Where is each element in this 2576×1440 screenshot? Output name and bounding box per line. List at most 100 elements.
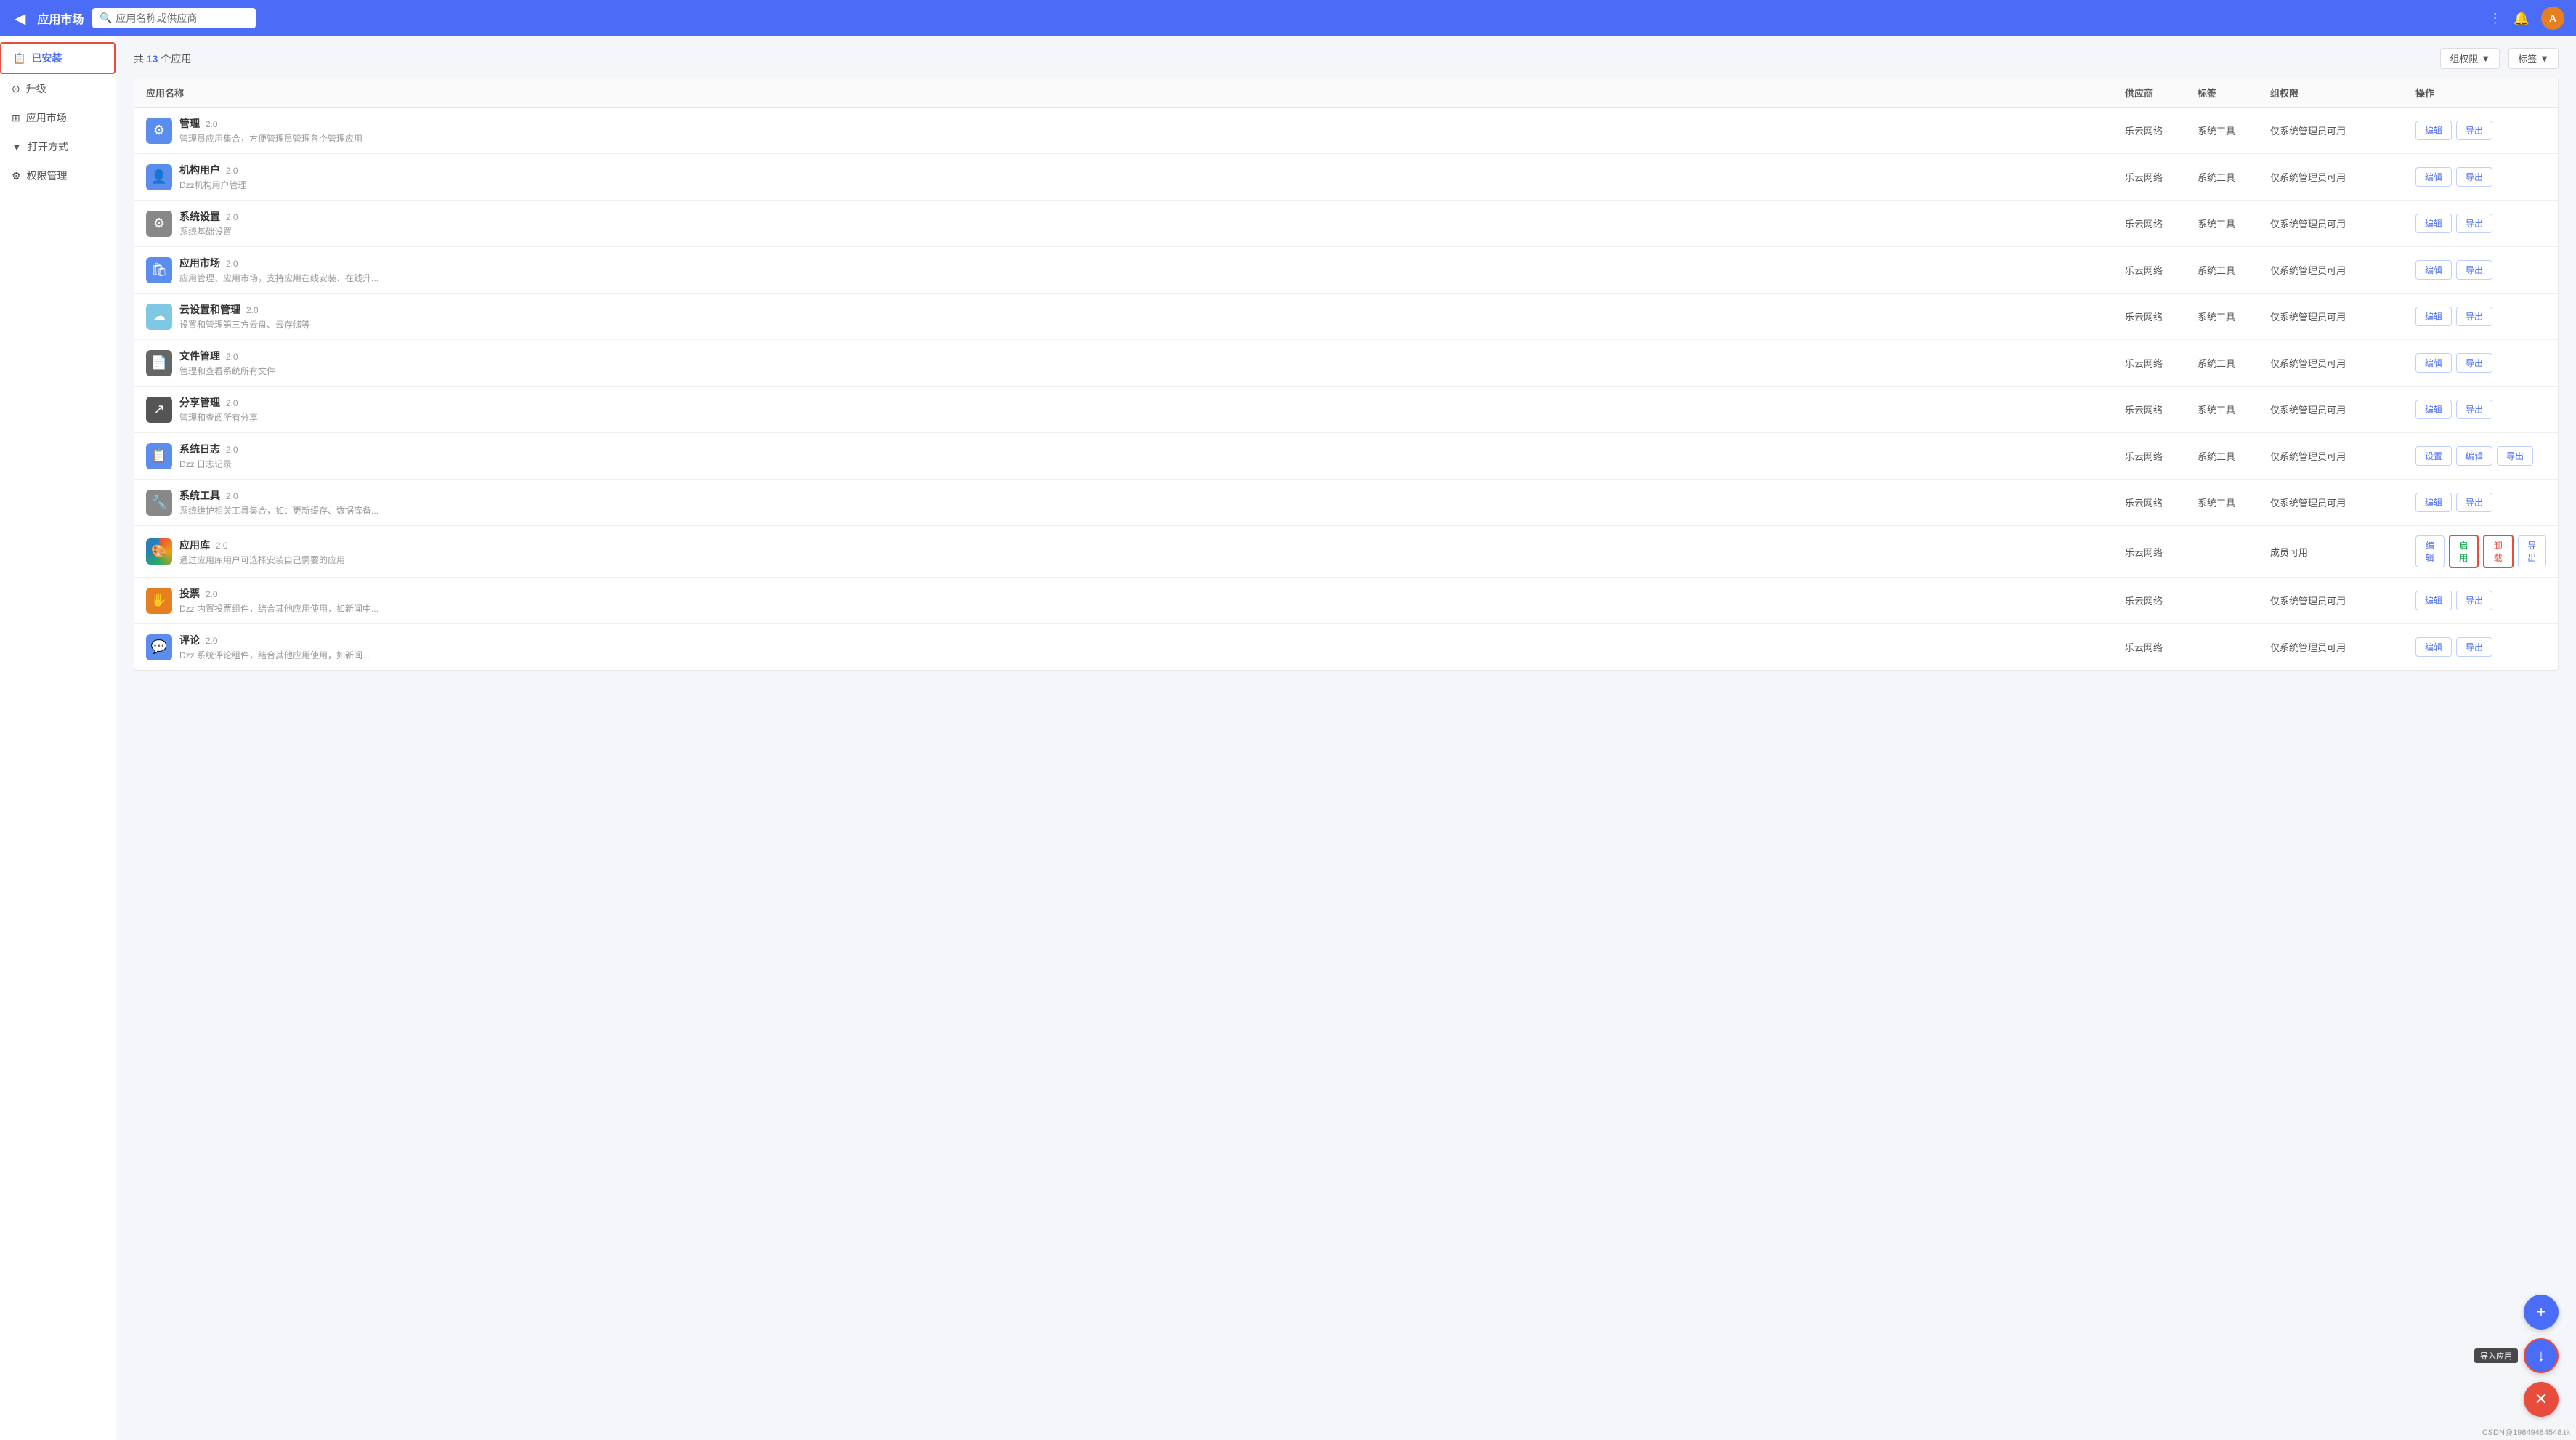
- app-name-desc: 分享管理 2.0 管理和查阅所有分享: [179, 395, 258, 424]
- export-button[interactable]: 导出: [2456, 591, 2492, 610]
- edit-button[interactable]: 编辑: [2415, 214, 2452, 233]
- edit-button[interactable]: 编辑: [2415, 353, 2452, 373]
- avatar[interactable]: A: [2541, 7, 2564, 30]
- sidebar-item-open-mode[interactable]: ▼ 打开方式: [0, 132, 116, 161]
- app-name: 分享管理 2.0: [179, 395, 258, 410]
- enable-button[interactable]: 启用: [2449, 535, 2479, 568]
- grid-icon[interactable]: ⋮: [2489, 11, 2502, 26]
- import-app-button[interactable]: ↓ 导入应用: [2524, 1338, 2559, 1373]
- bell-icon[interactable]: 🔔: [2514, 11, 2530, 26]
- permission-cell: 仅系统管理员可用: [2270, 217, 2415, 230]
- close-fab-button[interactable]: ✕: [2524, 1382, 2559, 1417]
- permission-cell: 仅系统管理员可用: [2270, 356, 2415, 370]
- edit-button[interactable]: 编辑: [2415, 307, 2452, 326]
- app-desc: 设置和管理第三方云盘、云存储等: [179, 318, 310, 331]
- back-button[interactable]: ◀: [12, 7, 28, 31]
- table-row: ⚙ 系统设置 2.0 系统基础设置 乐云网络 系统工具 仅系统管理员可用 编辑导…: [134, 201, 2558, 247]
- export-button[interactable]: 导出: [2456, 121, 2492, 140]
- app-info: 🎨 应用库 2.0 通过应用库用户可选择安装自己需要的应用: [146, 538, 2125, 566]
- tag-cell: 系统工具: [2198, 217, 2270, 230]
- app-name-desc: 应用库 2.0 通过应用库用户可选择安装自己需要的应用: [179, 538, 345, 566]
- total-count: 13: [147, 53, 158, 65]
- app-version: 2.0: [246, 305, 259, 315]
- export-button[interactable]: 导出: [2456, 214, 2492, 233]
- vendor-cell: 乐云网络: [2125, 356, 2198, 370]
- app-desc: 管理和查阅所有分享: [179, 411, 258, 424]
- add-icon: +: [2537, 1303, 2546, 1322]
- filter-group-btn[interactable]: 组权限 ▼: [2440, 48, 2500, 69]
- export-button[interactable]: 导出: [2456, 167, 2492, 187]
- table-row: ⚙ 管理 2.0 管理员应用集合，方便管理员管理各个管理应用 乐云网络 系统工具…: [134, 108, 2558, 154]
- table-row: ↗ 分享管理 2.0 管理和查阅所有分享 乐云网络 系统工具 仅系统管理员可用 …: [134, 387, 2558, 433]
- export-button[interactable]: 导出: [2456, 400, 2492, 419]
- app-icon: ⚙: [146, 211, 172, 237]
- app-name: 应用市场 2.0: [179, 256, 378, 270]
- filter-tag-btn[interactable]: 标签 ▼: [2508, 48, 2559, 69]
- permission-cell: 仅系统管理员可用: [2270, 449, 2415, 463]
- actions-cell: 编辑导出: [2415, 591, 2546, 610]
- app-version: 2.0: [226, 491, 238, 501]
- actions-cell: 设置编辑导出: [2415, 446, 2546, 466]
- app-version: 2.0: [206, 589, 218, 599]
- edit-button[interactable]: 编辑: [2415, 167, 2452, 187]
- export-button[interactable]: 导出: [2456, 637, 2492, 657]
- sidebar-item-upgrade[interactable]: ⊙ 升级: [0, 74, 116, 103]
- app-version: 2.0: [216, 541, 228, 551]
- app-version: 2.0: [226, 445, 238, 455]
- table-body: ⚙ 管理 2.0 管理员应用集合，方便管理员管理各个管理应用 乐云网络 系统工具…: [134, 108, 2558, 670]
- add-app-button[interactable]: +: [2524, 1295, 2559, 1330]
- edit-button[interactable]: 编辑: [2415, 493, 2452, 512]
- sidebar-item-market[interactable]: ⊞ 应用市场: [0, 103, 116, 132]
- uninstall-button[interactable]: 卸载: [2483, 535, 2514, 568]
- vendor-cell: 乐云网络: [2125, 640, 2198, 654]
- export-button[interactable]: 导出: [2518, 535, 2547, 567]
- vendor-cell: 乐云网络: [2125, 170, 2198, 184]
- permission-cell: 仅系统管理员可用: [2270, 310, 2415, 323]
- export-button[interactable]: 导出: [2456, 307, 2492, 326]
- export-button[interactable]: 导出: [2456, 353, 2492, 373]
- app-name: 系统日志 2.0: [179, 442, 238, 456]
- app-version: 2.0: [226, 212, 238, 222]
- sidebar-item-permission[interactable]: ⚙ 权限管理: [0, 161, 116, 190]
- edit-button[interactable]: 编辑: [2415, 637, 2452, 657]
- app-name-desc: 管理 2.0 管理员应用集合，方便管理员管理各个管理应用: [179, 116, 362, 145]
- edit-button[interactable]: 编辑: [2415, 121, 2452, 140]
- vendor-cell: 乐云网络: [2125, 217, 2198, 230]
- permission-cell: 仅系统管理员可用: [2270, 124, 2415, 137]
- actions-cell: 编辑导出: [2415, 260, 2546, 280]
- edit-button[interactable]: 编辑: [2415, 400, 2452, 419]
- app-name: 系统工具 2.0: [179, 488, 378, 503]
- app-info: ✋ 投票 2.0 Dzz 内置投票组件，结合其他应用使用，如新闻中...: [146, 586, 2125, 615]
- export-button[interactable]: 导出: [2456, 260, 2492, 280]
- main-content: 共 13 个应用 组权限 ▼ 标签 ▼ 应用名称 供应商 标签: [116, 36, 2576, 1440]
- export-button[interactable]: 导出: [2497, 446, 2533, 466]
- edit-button[interactable]: 编辑: [2456, 446, 2492, 466]
- export-button[interactable]: 导出: [2456, 493, 2492, 512]
- app-name-desc: 评论 2.0 Dzz 系统评论组件，结合其他应用使用，如新闻...: [179, 633, 370, 661]
- app-name-text: 机构用户: [179, 164, 220, 176]
- table-row: 📄 文件管理 2.0 管理和查看系统所有文件 乐云网络 系统工具 仅系统管理员可…: [134, 340, 2558, 387]
- settings-button[interactable]: 设置: [2415, 446, 2452, 466]
- toolbar: 共 13 个应用 组权限 ▼ 标签 ▼: [134, 48, 2559, 69]
- vendor-cell: 乐云网络: [2125, 124, 2198, 137]
- app-count-label: 共 13 个应用: [134, 52, 191, 66]
- app-name-desc: 机构用户 2.0 Dzz机构用户管理: [179, 163, 247, 191]
- app-name-desc: 投票 2.0 Dzz 内置投票组件，结合其他应用使用，如新闻中...: [179, 586, 378, 615]
- tag-cell: 系统工具: [2198, 263, 2270, 277]
- actions-cell: 编辑导出: [2415, 121, 2546, 140]
- app-icon: ⚙: [146, 118, 172, 144]
- edit-button[interactable]: 编辑: [2415, 591, 2452, 610]
- app-desc: Dzz 内置投票组件，结合其他应用使用，如新闻中...: [179, 602, 378, 615]
- app-icon: 📄: [146, 350, 172, 376]
- app-desc: 系统基础设置: [179, 225, 238, 238]
- vendor-cell: 乐云网络: [2125, 449, 2198, 463]
- permission-cell: 仅系统管理员可用: [2270, 594, 2415, 607]
- tag-cell: 系统工具: [2198, 403, 2270, 416]
- edit-button[interactable]: 编辑: [2415, 260, 2452, 280]
- search-input[interactable]: [92, 8, 256, 28]
- import-label: 导入应用: [2474, 1348, 2518, 1363]
- edit-button[interactable]: 编辑: [2415, 535, 2445, 567]
- app-name: 云设置和管理 2.0: [179, 302, 310, 317]
- col-app-name: 应用名称: [146, 86, 2125, 100]
- sidebar-item-installed[interactable]: 📋 已安装: [0, 42, 116, 74]
